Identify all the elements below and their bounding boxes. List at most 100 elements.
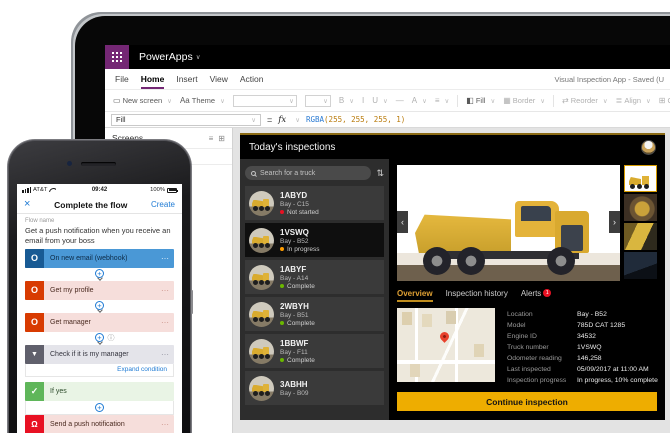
phone-device-frame: AT&T 09:42 100% × Complete the flow Crea… [8, 140, 191, 433]
truck-search-input[interactable]: Search for a truck [245, 166, 371, 180]
truck-row[interactable]: 1BBWF Bay - F11 Complete [245, 334, 384, 368]
photo-thumbnail[interactable] [624, 223, 657, 250]
carousel-prev-button[interactable]: ‹ [397, 211, 408, 233]
border-icon: ▦ [503, 96, 511, 105]
flow-name-value[interactable]: Get a push notification when you receive… [25, 226, 174, 246]
tab-inspection-history[interactable]: Inspection history [446, 289, 508, 302]
photo-thumbnail-selected[interactable] [624, 165, 657, 192]
tab-alerts[interactable]: Alerts1 [521, 289, 551, 302]
ellipsis-menu-icon[interactable]: ⋯ [161, 286, 174, 295]
menu-file[interactable]: File [115, 69, 129, 89]
chevron-down-icon: ∨ [295, 116, 300, 124]
formula-input[interactable]: RGBA(255, 255, 255, 1) [306, 115, 405, 124]
flow-step-get-manager[interactable]: O Get manager ⋯ [25, 313, 174, 332]
location-map[interactable] [397, 308, 495, 382]
font-size-dropdown[interactable]: ∨ [305, 95, 331, 107]
font-color-button[interactable]: A ∨ [412, 96, 427, 105]
border-button[interactable]: ▦ Border ∨ [503, 96, 545, 105]
flow-step-send-push-notification[interactable]: Ω Send a push notification ⋯ [25, 415, 174, 433]
truck-detail-panel: ‹ › Overview Inspection history Alerts1 [389, 159, 665, 420]
strikethrough-button[interactable]: — [396, 96, 404, 105]
create-button[interactable]: Create [151, 200, 175, 209]
office-icon: O [25, 281, 44, 300]
menu-home[interactable]: Home [141, 69, 165, 89]
truck-row-selected[interactable]: 1VSWQ Bay - B52 In progress [245, 223, 384, 257]
flow-title: Complete the flow [30, 200, 151, 210]
screens-grid-view-icon[interactable]: ⊞ [218, 134, 225, 143]
truck-row[interactable]: 2WBYH Bay - B51 Complete [245, 297, 384, 331]
chevron-down-icon: ∨ [603, 97, 608, 105]
align-icon: ≣ [616, 96, 623, 105]
expand-condition-link[interactable]: Expand condition [117, 366, 167, 373]
truck-thumbnail [249, 339, 274, 364]
chevron-down-icon: ∨ [220, 97, 225, 105]
property-dropdown[interactable]: Fill ∨ [111, 114, 261, 126]
insert-step-button[interactable]: + [95, 403, 104, 412]
reorder-icon: ⇄ [562, 96, 569, 105]
text-align-button[interactable]: ≡ ∨ [435, 96, 449, 105]
window-title: Visual Inspection App - Saved (U [554, 69, 664, 89]
theme-button[interactable]: Aa Theme ∨ [180, 96, 225, 105]
flow-step-get-my-profile[interactable]: O Get my profile ⋯ [25, 281, 174, 300]
font-family-dropdown[interactable]: ∨ [233, 95, 297, 107]
phone-camera-icon [67, 161, 72, 166]
equals-icon: = [267, 115, 272, 125]
battery-icon [167, 188, 177, 193]
bell-icon: Ω [25, 415, 44, 433]
truck-thumbnail [249, 376, 274, 401]
menu-insert[interactable]: Insert [176, 69, 197, 89]
flow-step-if-yes[interactable]: ✓ If yes [25, 382, 174, 401]
tab-overview[interactable]: Overview [397, 289, 433, 302]
check-icon: ✓ [25, 382, 44, 401]
app-launcher-waffle-icon[interactable] [105, 45, 129, 69]
detail-row: Truck number1VSWQ [507, 342, 657, 352]
menu-action[interactable]: Action [240, 69, 264, 89]
insert-step-button[interactable]: + [95, 301, 104, 310]
status-dot [280, 358, 284, 362]
continue-inspection-button[interactable]: Continue inspection [397, 392, 657, 411]
truck-list-panel: Search for a truck ⇅ 1ABYD Bay - C15 Not… [240, 159, 389, 420]
insert-step-button[interactable]: + [95, 333, 104, 342]
bold-button[interactable]: B ∨ [339, 96, 354, 105]
ellipsis-menu-icon[interactable]: ⋯ [161, 420, 174, 429]
ellipsis-menu-icon[interactable]: ⋯ [161, 350, 174, 359]
detail-row: LocationBay - B52 [507, 309, 657, 319]
fx-button[interactable]: fx [278, 115, 286, 125]
detail-fields: LocationBay - B52 Model785D CAT 1285 Eng… [507, 308, 657, 385]
search-icon [251, 171, 256, 176]
truck-thumbnail [249, 228, 274, 253]
toolbar-separator [457, 95, 458, 107]
screens-list-view-icon[interactable]: ≡ [209, 134, 214, 143]
photo-thumbnail[interactable] [624, 252, 657, 279]
reorder-button[interactable]: ⇄ Reorder ∨ [562, 96, 608, 105]
powerapps-titlebar: PowerApps ∨ [105, 45, 670, 69]
truck-row[interactable]: 1ABYD Bay - C15 Not started [245, 186, 384, 220]
status-dot [280, 247, 284, 251]
new-screen-button[interactable]: ▭ New screen ∨ [113, 96, 172, 105]
detail-row: Inspection progressIn progress, 10% comp… [507, 375, 657, 385]
flow-step-check-manager[interactable]: ▼ Check if it is my manager ⋯ [25, 345, 174, 364]
detail-row: Last inspected05/09/2017 at 11:00 AM [507, 364, 657, 374]
italic-button[interactable]: I [362, 96, 364, 105]
menu-view[interactable]: View [210, 69, 228, 89]
user-avatar[interactable] [641, 140, 656, 155]
group-button[interactable]: ⊞ Group ∨ [659, 96, 670, 105]
truck-thumbnail [249, 265, 274, 290]
truck-row[interactable]: 3ABHH Bay - B09 [245, 371, 384, 405]
ellipsis-menu-icon[interactable]: ⋯ [161, 254, 174, 263]
flow-step-on-new-email[interactable]: O On new email (webhook) ⋯ [25, 249, 174, 268]
fill-button[interactable]: ◧ Fill ∨ [466, 96, 495, 105]
chevron-down-icon: ∨ [289, 97, 294, 105]
formula-bar: Fill ∨ = fx ∨ RGBA(255, 255, 255, 1) [105, 111, 670, 128]
photo-thumbnail[interactable] [624, 194, 657, 221]
underline-button[interactable]: U ∨ [372, 96, 388, 105]
ellipsis-menu-icon[interactable]: ⋯ [161, 318, 174, 327]
insert-step-button[interactable]: + [95, 269, 104, 278]
sort-icon[interactable]: ⇅ [376, 168, 384, 179]
align-button[interactable]: ≣ Align ∨ [616, 96, 651, 105]
chevron-down-icon: ∨ [540, 97, 545, 105]
carousel-next-button[interactable]: › [609, 211, 620, 233]
truck-photo [397, 165, 620, 281]
truck-row[interactable]: 1ABYF Bay - A14 Complete [245, 260, 384, 294]
powerapps-brand[interactable]: PowerApps [139, 51, 193, 63]
